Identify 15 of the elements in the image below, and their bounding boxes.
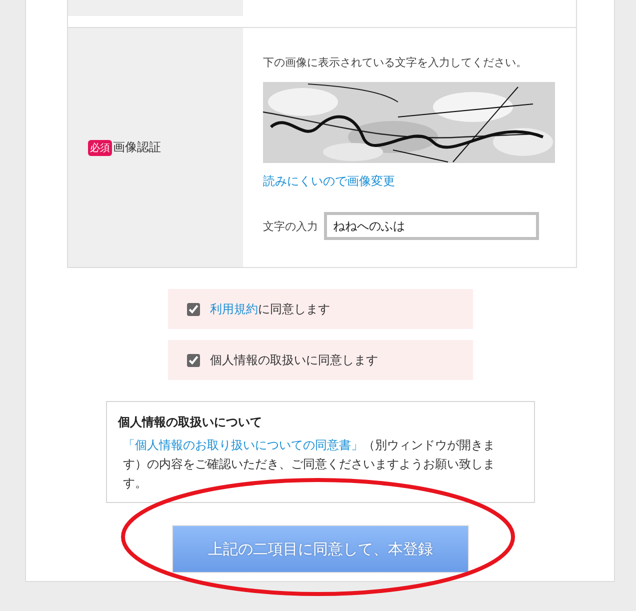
field-label: 画像認証 xyxy=(113,139,161,156)
consent-document-link[interactable]: 「個人情報のお取り扱いについての同意書」 xyxy=(123,438,363,452)
instruction-text: 下の画像に表示されている文字を入力してください。 xyxy=(263,55,527,70)
register-button[interactable]: 上記の二項目に同意して、本登録 xyxy=(172,525,469,573)
agreement-label: 利用規約に同意します xyxy=(210,300,330,318)
notice-title: 個人情報の取扱いについて xyxy=(118,414,262,431)
agreement-checkbox[interactable] xyxy=(187,302,200,316)
required-badge: 必須 xyxy=(88,140,112,156)
agreement-checkbox[interactable] xyxy=(187,354,200,366)
input-label: 文字の入力 xyxy=(263,218,318,234)
captcha-input-field[interactable]: ねねへのふは xyxy=(324,212,539,240)
refresh-image-link[interactable]: 読みにくいので画像変更 xyxy=(263,173,395,190)
terms-link[interactable]: 利用規約 xyxy=(210,302,258,316)
agreement-label: 個人情報の取扱いに同意します xyxy=(210,352,378,368)
notice-text: 「個人情報のお取り扱いについての同意書」（別ウィンドウが開きます）の内容をご確認いただき、ご同意くださいますようお願い致します。 xyxy=(122,437,496,492)
